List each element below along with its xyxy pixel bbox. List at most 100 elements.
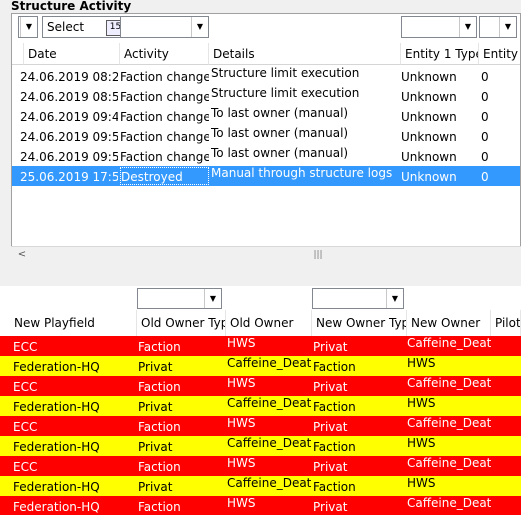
old-owner-type-cell: Faction <box>138 420 181 434</box>
column-header-new-playfield[interactable]: New Playfield <box>10 310 137 336</box>
details-cell: To last owner (manual) <box>211 126 349 140</box>
table-row[interactable]: 24.06.2019 08:28 Faction changed Structure… <box>12 66 520 86</box>
new-owner-cell: Caffeine_Death <box>407 456 491 470</box>
entity1-cell: 0 <box>481 150 489 164</box>
entity-filter-dropdown[interactable]: ▼ <box>479 16 517 38</box>
chevron-down-icon: ▼ <box>499 17 516 37</box>
new-owner-type-cell: Privat <box>313 380 348 394</box>
new-owner-type-cell: Privat <box>313 340 348 354</box>
column-header-date[interactable]: Date <box>24 43 120 65</box>
column-header-entity1-type[interactable]: Entity 1 Type <box>401 43 479 65</box>
activity-cell: Faction changed <box>120 90 209 104</box>
old-owner-cell: HWS <box>227 416 256 430</box>
table-row[interactable]: Federation-HQ Privat Caffeine_Death Faction… <box>0 436 521 456</box>
new-owner-type-cell: Faction <box>313 360 356 374</box>
horizontal-scrollbar[interactable]: < ||| <box>11 246 521 263</box>
date-cell: 24.06.2019 09:52 <box>20 130 118 144</box>
table-row[interactable]: ECC Faction HWS Privat Caffeine_Death <box>0 456 521 476</box>
new-playfield-cell: Federation-HQ <box>13 400 100 414</box>
table-row[interactable]: 24.06.2019 09:52 Faction changed To last o… <box>12 126 520 146</box>
new-playfield-cell: Federation-HQ <box>13 440 100 454</box>
column-header-activity[interactable]: Activity <box>120 43 209 65</box>
new-playfield-cell: Federation-HQ <box>13 360 100 374</box>
table-row[interactable]: ECC Faction HWS Privat Caffeine_Death <box>0 336 521 356</box>
new-owner-cell: Caffeine_Death <box>407 416 491 430</box>
new-playfield-cell: ECC <box>13 340 38 354</box>
new-playfield-cell: ECC <box>13 460 38 474</box>
old-owner-cell: Caffeine_Death <box>227 476 311 490</box>
new-owner-cell: HWS <box>407 356 436 370</box>
entity1-type-cell: Unknown <box>401 70 457 84</box>
entity1-cell: 0 <box>481 90 489 104</box>
chevron-down-icon: ▼ <box>459 17 476 37</box>
details-cell: Structure limit execution <box>211 86 360 100</box>
table-row[interactable]: Federation-HQ Faction HWS Privat Caffeine_De… <box>0 496 521 515</box>
new-owner-type-cell: Faction <box>313 440 356 454</box>
table-row[interactable]: Federation-HQ Privat Caffeine_Death Faction… <box>0 396 521 416</box>
table-row[interactable]: 25.06.2019 17:58 Destroyed Manual through … <box>12 166 520 186</box>
new-owner-cell: Caffeine_Death <box>407 496 491 510</box>
old-owner-type-cell: Privat <box>138 400 173 414</box>
table-row[interactable]: ECC Faction HWS Privat Caffeine_Death <box>0 416 521 436</box>
column-header-new-owner[interactable]: New Owner <box>407 310 491 336</box>
old-owner-cell: Caffeine_Death <box>227 356 311 370</box>
column-header-old-owner-type[interactable]: Old Owner Typ <box>137 310 226 336</box>
row-header-corner <box>12 43 24 65</box>
old-owner-type-cell: Faction <box>138 460 181 474</box>
details-cell: To last owner (manual) <box>211 146 349 160</box>
column-header-old-owner[interactable]: Old Owner <box>226 310 312 336</box>
new-owner-cell: HWS <box>407 476 436 490</box>
activity-filter-dropdown[interactable]: ▼ <box>120 16 209 38</box>
old-owner-type-filter-dropdown[interactable]: ▼ <box>137 288 222 309</box>
column-header-details[interactable]: Details <box>209 43 401 65</box>
table-row[interactable]: 24.06.2019 08:59 Faction changed Structure… <box>12 86 520 106</box>
column-header-pilot[interactable]: Pilot <box>491 310 521 336</box>
new-owner-type-filter-dropdown[interactable]: ▼ <box>312 288 404 309</box>
chevron-down-icon: ▼ <box>204 289 221 308</box>
filter-dropdown-1[interactable]: ▼ <box>18 16 38 38</box>
activity-cell: Faction changed <box>120 130 209 144</box>
old-owner-cell: HWS <box>227 456 256 470</box>
date-filter-placeholder: Select <box>47 20 85 34</box>
old-owner-type-cell: Faction <box>138 340 181 354</box>
new-owner-type-cell: Privat <box>313 420 348 434</box>
new-playfield-cell: ECC <box>13 380 38 394</box>
old-owner-cell: Caffeine_Death <box>227 396 311 410</box>
old-owner-cell: HWS <box>227 336 256 350</box>
old-owner-cell: HWS <box>227 496 256 510</box>
activity-cell: Faction changed <box>120 150 209 164</box>
scroll-left-icon[interactable]: < <box>15 247 29 263</box>
chevron-down-icon: ▼ <box>386 289 403 308</box>
new-owner-type-cell: Faction <box>313 480 356 494</box>
scroll-grip-icon[interactable]: ||| <box>311 247 325 263</box>
new-playfield-cell: Federation-HQ <box>13 500 100 514</box>
entity1-type-cell: Unknown <box>401 90 457 104</box>
new-owner-type-cell: Faction <box>313 400 356 414</box>
date-filter-picker[interactable]: Select 15 <box>42 16 129 38</box>
entity1-cell: 0 <box>481 170 489 184</box>
new-playfield-cell: Federation-HQ <box>13 480 100 494</box>
table-row[interactable]: Federation-HQ Privat Caffeine_Death Faction… <box>0 356 521 376</box>
activity-cell: Destroyed <box>120 167 209 185</box>
old-owner-type-cell: Privat <box>138 480 173 494</box>
entity-type-filter-dropdown[interactable]: ▼ <box>401 16 477 38</box>
new-owner-cell: Caffeine_Death <box>407 336 491 350</box>
new-owner-cell: HWS <box>407 396 436 410</box>
old-owner-cell: Caffeine_Death <box>227 436 311 450</box>
date-cell: 25.06.2019 17:58 <box>20 170 118 184</box>
column-header-entity1[interactable]: Entity 1 <box>479 43 520 65</box>
table-row[interactable]: 24.06.2019 09:49 Faction changed To last o… <box>12 106 520 126</box>
entity1-cell: 0 <box>481 70 489 84</box>
details-cell: To last owner (manual) <box>211 106 349 120</box>
table-row[interactable]: 24.06.2019 09:53 Faction changed To last o… <box>12 146 520 166</box>
entity1-type-cell: Unknown <box>401 170 457 184</box>
old-owner-type-cell: Privat <box>138 360 173 374</box>
date-cell: 24.06.2019 09:49 <box>20 110 118 124</box>
activity-cell: Faction changed <box>120 110 209 124</box>
details-cell: Manual through structure logs <box>211 166 393 180</box>
entity1-cell: 0 <box>481 110 489 124</box>
table-row[interactable]: ECC Faction HWS Privat Caffeine_Death <box>0 376 521 396</box>
column-header-new-owner-type[interactable]: New Owner Typ <box>312 310 407 336</box>
activity-cell: Faction changed <box>120 70 209 84</box>
table-row[interactable]: Federation-HQ Privat Caffeine_Death Faction… <box>0 476 521 496</box>
